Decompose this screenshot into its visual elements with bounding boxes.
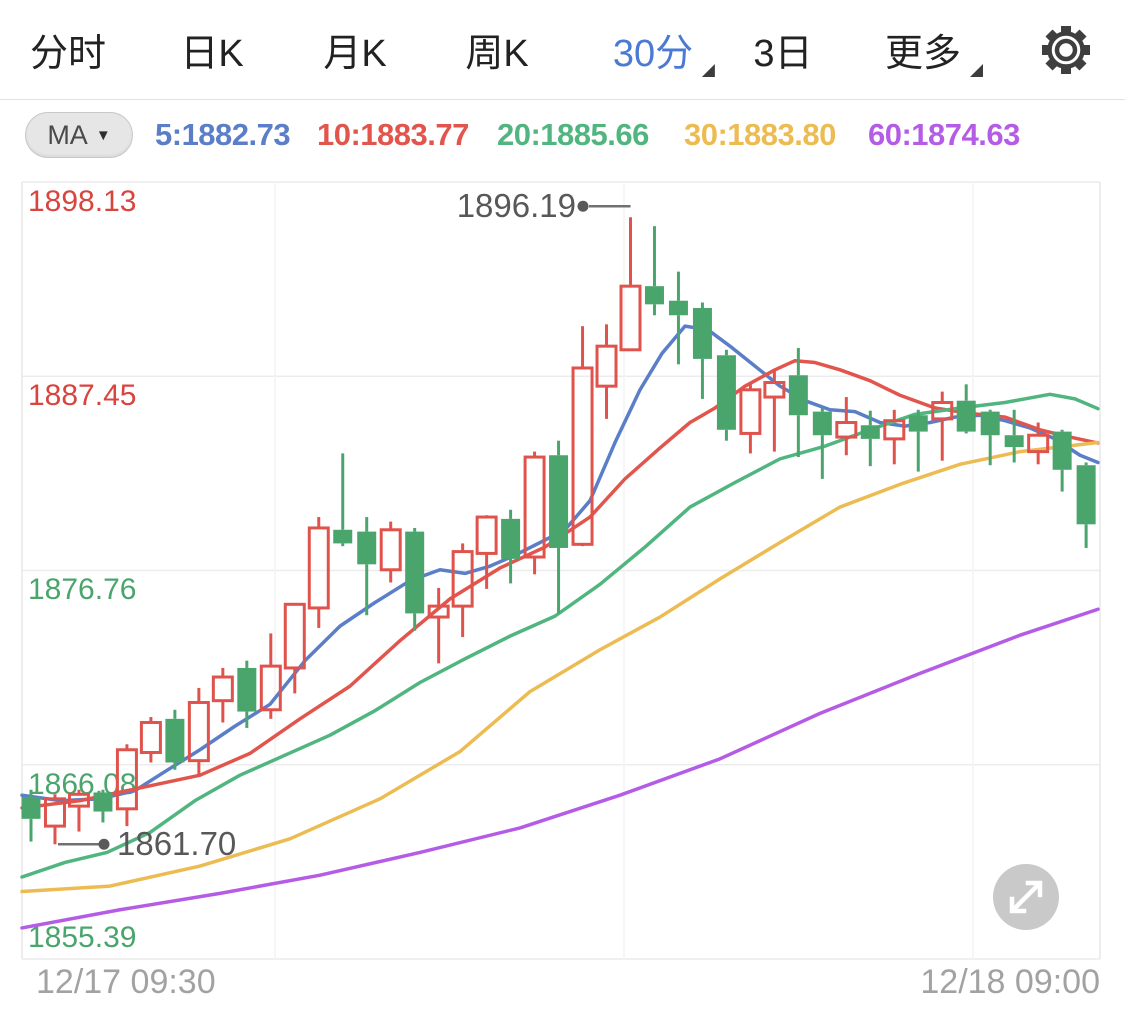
candle-body	[1005, 435, 1024, 447]
x-axis-label-right: 12/18 09:00	[920, 963, 1100, 1002]
ma5-value: 5:1882.73	[155, 117, 290, 153]
candle-body	[285, 604, 304, 668]
candle-body	[117, 750, 136, 809]
candle-body	[957, 401, 976, 432]
tab-timeline[interactable]: 分时	[30, 0, 106, 99]
candle-body	[381, 530, 400, 570]
dropdown-caret-icon	[702, 64, 715, 77]
low-annotation: 1861.70	[117, 825, 236, 863]
ma60-value: 60:1874.63	[868, 117, 1020, 153]
candle-body	[141, 722, 160, 752]
candle-body	[765, 383, 784, 398]
ma-toolbar: MA ▼ 5:1882.73 10:1883.77 20:1885.66 30:…	[0, 100, 1125, 170]
expand-fullscreen-button[interactable]	[993, 864, 1059, 930]
settings-button[interactable]	[1033, 0, 1099, 99]
ma-selector[interactable]: MA ▼	[25, 112, 133, 158]
candle-body	[861, 425, 880, 439]
candle-body	[22, 797, 41, 819]
candle-body	[165, 719, 184, 763]
candle-body	[717, 355, 736, 430]
candle-body	[789, 375, 808, 415]
candle-body	[237, 668, 256, 712]
high-marker-dot	[578, 201, 589, 212]
tab-30min[interactable]: 30分	[613, 0, 693, 99]
candle-body	[333, 530, 352, 544]
ma10-value: 10:1883.77	[317, 117, 469, 153]
candle-body	[213, 677, 232, 701]
candle-body	[909, 415, 928, 431]
tab-3day[interactable]: 3日	[753, 0, 812, 99]
candle-body	[501, 519, 520, 559]
tab-more[interactable]: 更多	[885, 0, 961, 99]
x-axis-label-left: 12/17 09:30	[36, 963, 216, 1002]
candle-body	[93, 792, 112, 811]
candle-body	[693, 308, 712, 359]
candle-body	[669, 301, 688, 316]
ma20-value: 20:1885.66	[497, 117, 649, 153]
candlestick-chart[interactable]: 1898.13 1887.45 1876.76 1866.08 1855.39 …	[0, 170, 1125, 1023]
tab-weekly-k[interactable]: 周K	[465, 0, 528, 99]
gear-icon	[1033, 17, 1099, 83]
candle-body	[453, 552, 472, 607]
ma-selector-caret-icon: ▼	[96, 128, 111, 143]
tab-daily-k[interactable]: 日K	[180, 0, 243, 99]
candle-body	[549, 455, 568, 548]
candle-body	[981, 412, 1000, 436]
candle-body	[309, 528, 328, 608]
candle-body	[1053, 432, 1072, 470]
chart-canvas	[0, 170, 1125, 1023]
ma60-line	[22, 609, 1098, 928]
candle-body	[357, 532, 376, 565]
candle-body	[1077, 465, 1096, 524]
low-marker-dot	[99, 839, 110, 850]
ma30-value: 30:1883.80	[684, 117, 836, 153]
chart-period-tabbar: 分时 日K 月K 周K 30分 3日 更多	[0, 0, 1125, 100]
stock-chart-app: 分时 日K 月K 周K 30分 3日 更多	[0, 0, 1125, 1023]
candle-body	[405, 532, 424, 614]
dropdown-caret-icon	[970, 64, 983, 77]
candle-body	[477, 517, 496, 553]
candle-body	[741, 390, 760, 434]
candle-body	[645, 286, 664, 304]
high-annotation: 1896.19	[457, 187, 576, 225]
candle-body	[597, 346, 616, 386]
expand-icon	[993, 864, 1059, 930]
tab-monthly-k[interactable]: 月K	[323, 0, 386, 99]
candle-body	[813, 412, 832, 436]
